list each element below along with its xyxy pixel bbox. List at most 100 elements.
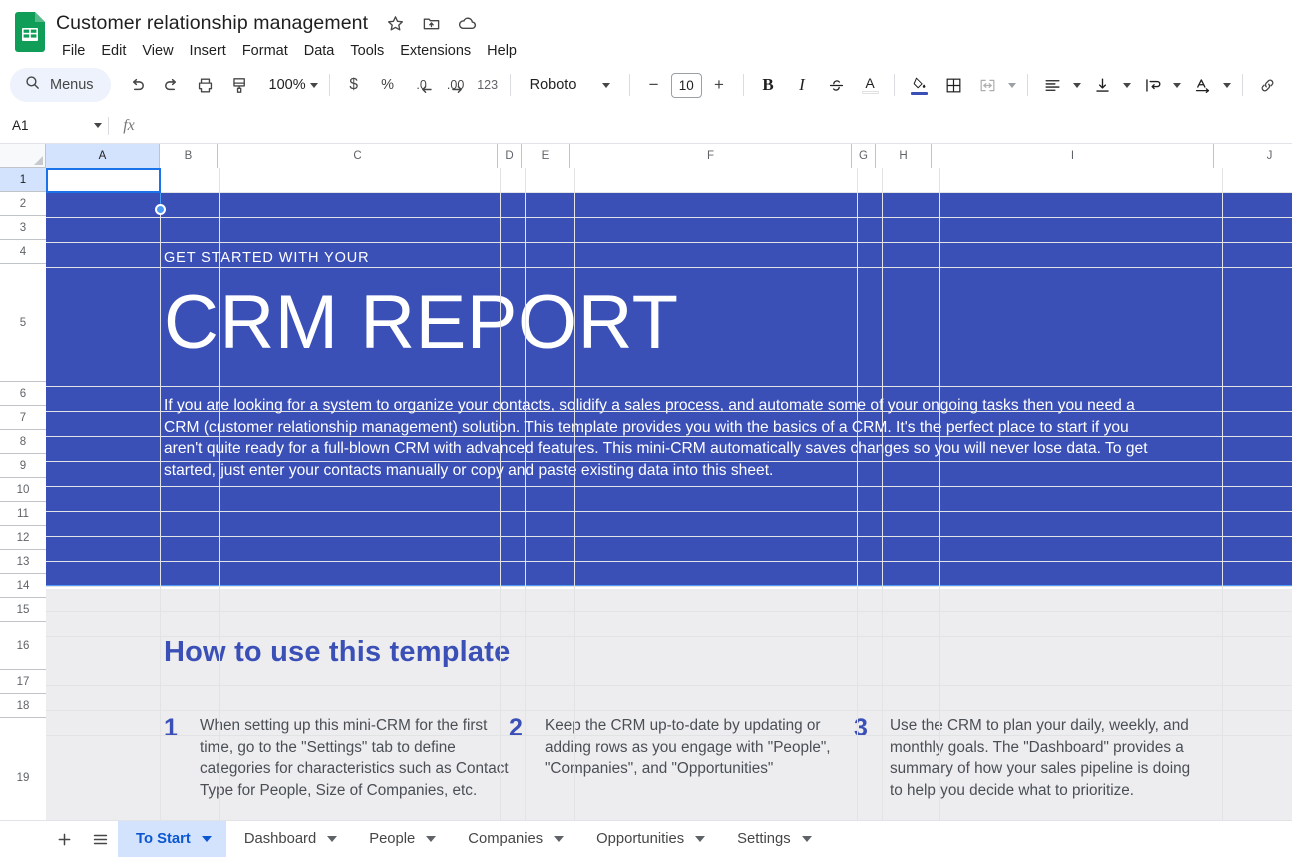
chevron-down-icon[interactable] xyxy=(801,836,812,842)
formula-input[interactable] xyxy=(149,108,1292,143)
column-header-c[interactable]: C xyxy=(218,144,498,168)
undo-icon[interactable] xyxy=(121,68,155,102)
text-color-button[interactable]: A xyxy=(853,68,887,102)
menu-edit[interactable]: Edit xyxy=(93,39,134,63)
row-header-9[interactable]: 9 xyxy=(0,454,46,478)
row-header-14[interactable]: 14 xyxy=(0,574,46,598)
strikethrough-icon[interactable] xyxy=(819,68,853,102)
move-to-folder-icon[interactable] xyxy=(420,12,442,34)
column-header-e[interactable]: E xyxy=(522,144,570,168)
row-header-label: 2 xyxy=(19,197,27,210)
cloud-saved-icon[interactable] xyxy=(456,12,478,34)
paint-format-icon[interactable] xyxy=(223,68,257,102)
menu-file[interactable]: File xyxy=(54,39,93,63)
row-header-8[interactable]: 8 xyxy=(0,430,46,454)
menu-view[interactable]: View xyxy=(134,39,181,63)
redo-icon[interactable] xyxy=(155,68,189,102)
font-size-input[interactable]: 10 xyxy=(670,72,702,98)
function-icon[interactable]: fx xyxy=(109,117,149,135)
select-all-corner[interactable] xyxy=(0,144,46,168)
merge-options-dropdown[interactable] xyxy=(1004,68,1020,102)
chevron-down-icon[interactable] xyxy=(201,836,212,842)
chevron-down-icon[interactable] xyxy=(695,836,706,842)
merge-cells-icon[interactable] xyxy=(970,68,1004,102)
menu-data[interactable]: Data xyxy=(296,39,343,63)
chevron-down-icon[interactable] xyxy=(327,836,338,842)
fill-handle[interactable] xyxy=(155,204,166,215)
sheet-tab-companies[interactable]: Companies xyxy=(450,821,578,857)
sheet-tab-people[interactable]: People xyxy=(351,821,450,857)
row-header-10[interactable]: 10 xyxy=(0,478,46,502)
borders-icon[interactable] xyxy=(936,68,970,102)
column-header-d[interactable]: D xyxy=(498,144,522,168)
text-rotation-dropdown[interactable] xyxy=(1219,68,1235,102)
more-formats-button[interactable]: 123 xyxy=(473,68,503,102)
menu-format[interactable]: Format xyxy=(234,39,296,63)
currency-format-button[interactable]: $ xyxy=(337,68,371,102)
column-header-b[interactable]: B xyxy=(160,144,218,168)
zoom-selector[interactable]: 100% xyxy=(259,68,322,102)
row-header-2[interactable]: 2 xyxy=(0,192,46,216)
menu-help[interactable]: Help xyxy=(479,39,525,63)
percent-format-button[interactable]: % xyxy=(371,68,405,102)
row-header-1[interactable]: 1 xyxy=(0,168,46,192)
row-header-18[interactable]: 18 xyxy=(0,694,46,718)
font-family-selector[interactable]: Roboto xyxy=(518,68,622,102)
sheet-tab-opportunities[interactable]: Opportunities xyxy=(578,821,719,857)
increase-font-size-button[interactable]: + xyxy=(702,68,736,102)
print-icon[interactable] xyxy=(189,68,223,102)
fill-color-icon[interactable] xyxy=(902,68,936,102)
increase-decimal-button[interactable]: .00 xyxy=(439,68,473,102)
sheet-tab-dashboard[interactable]: Dashboard xyxy=(226,821,351,857)
plus-icon[interactable] xyxy=(46,824,82,854)
row-header-15[interactable]: 15 xyxy=(0,598,46,622)
row-header-11[interactable]: 11 xyxy=(0,502,46,526)
text-rotation-icon[interactable] xyxy=(1185,68,1219,102)
sheet-tab-settings[interactable]: Settings xyxy=(719,821,825,857)
vertical-align-dropdown[interactable] xyxy=(1119,68,1135,102)
hamburger-menu-icon[interactable] xyxy=(82,824,118,854)
column-header-a[interactable]: A xyxy=(46,144,160,168)
sheet-tab-label: Companies xyxy=(468,831,544,847)
grid-row-line xyxy=(46,267,1292,268)
menu-tools[interactable]: Tools xyxy=(342,39,392,63)
column-header-f[interactable]: F xyxy=(570,144,852,168)
menu-insert[interactable]: Insert xyxy=(182,39,234,63)
decrease-decimal-button[interactable]: .0 xyxy=(405,68,439,102)
name-box[interactable]: A1 xyxy=(0,108,108,143)
vertical-align-icon[interactable] xyxy=(1085,68,1119,102)
row-header-6[interactable]: 6 xyxy=(0,382,46,406)
row-header-5[interactable]: 5 xyxy=(0,264,46,382)
decrease-font-size-button[interactable]: − xyxy=(637,68,671,102)
row-header-label: 13 xyxy=(16,555,30,568)
document-title[interactable]: Customer relationship management xyxy=(56,10,368,36)
chevron-down-icon[interactable] xyxy=(554,836,565,842)
column-header-h[interactable]: H xyxy=(876,144,932,168)
row-header-4[interactable]: 4 xyxy=(0,240,46,264)
row-header-16[interactable]: 16 xyxy=(0,622,46,670)
row-header-7[interactable]: 7 xyxy=(0,406,46,430)
row-header-17[interactable]: 17 xyxy=(0,670,46,694)
chevron-down-icon[interactable] xyxy=(426,836,437,842)
horizontal-align-dropdown[interactable] xyxy=(1069,68,1085,102)
row-header-12[interactable]: 12 xyxy=(0,526,46,550)
search-menus-button[interactable]: Menus xyxy=(10,68,111,102)
column-header-j[interactable]: J xyxy=(1214,144,1292,168)
text-wrap-icon[interactable] xyxy=(1135,68,1169,102)
column-header-i[interactable]: I xyxy=(932,144,1214,168)
insert-link-icon[interactable] xyxy=(1250,68,1284,102)
bold-button[interactable]: B xyxy=(751,68,785,102)
text-wrap-dropdown[interactable] xyxy=(1169,68,1185,102)
horizontal-align-icon[interactable] xyxy=(1035,68,1069,102)
google-sheets-icon[interactable] xyxy=(14,12,46,56)
column-header-g[interactable]: G xyxy=(852,144,876,168)
row-header-19[interactable]: 19 xyxy=(0,718,46,820)
star-icon[interactable] xyxy=(384,12,406,34)
sheet-tab-to-start[interactable]: To Start xyxy=(118,820,226,857)
row-header-3[interactable]: 3 xyxy=(0,216,46,240)
grid-canvas[interactable]: GET STARTED WITH YOUR CRM REPORT If you … xyxy=(46,168,1292,820)
row-header-13[interactable]: 13 xyxy=(0,550,46,574)
grid-row-line xyxy=(46,511,1292,512)
italic-button[interactable]: I xyxy=(785,68,819,102)
menu-extensions[interactable]: Extensions xyxy=(392,39,479,63)
